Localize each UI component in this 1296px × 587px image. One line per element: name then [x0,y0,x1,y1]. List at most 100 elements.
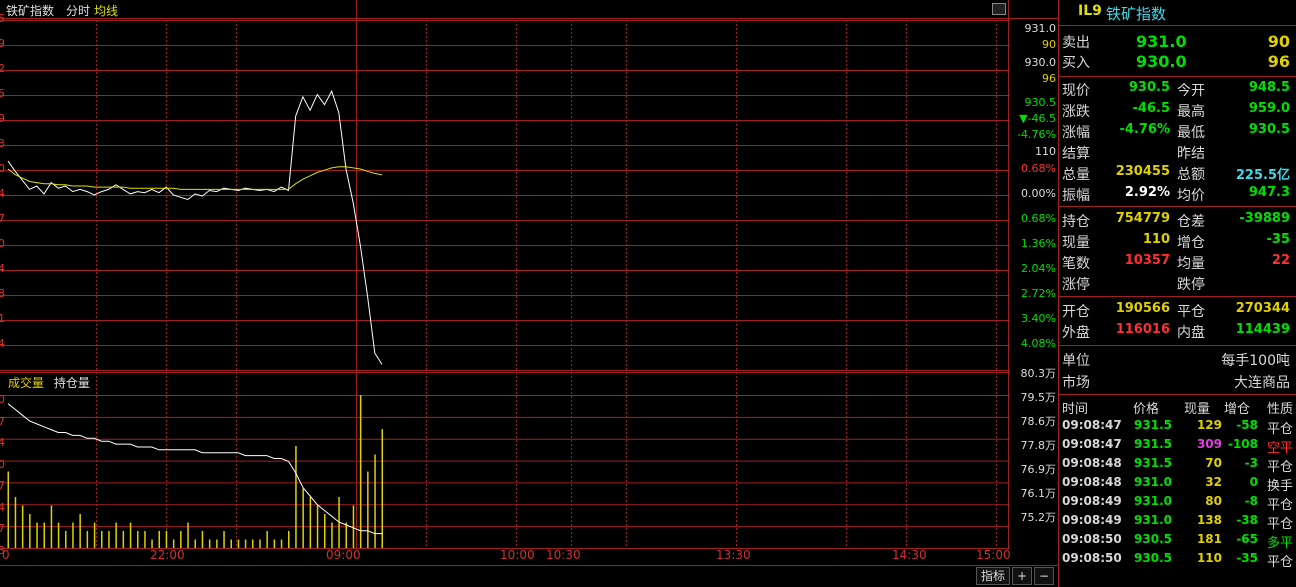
quote-label: 涨停 [1062,277,1090,293]
quote-value: 190566 [1115,301,1170,316]
pct-tick: 0.00% [1021,187,1056,200]
left-axis-tick: 4 [0,436,5,449]
left-axis-tick: 9 [0,37,5,50]
trade-row: 09:08:48 931.5 70 -3 平仓 [1062,456,1294,475]
volume-bar [359,395,362,548]
legend-volume: 成交量 [8,376,45,390]
quote-label: 现量 [1062,235,1090,251]
quote-label: 涨跌 [1062,104,1090,120]
quote-label: 最低 [1177,125,1205,141]
volume-bar [101,531,103,548]
quote-value: 116016 [1115,322,1170,337]
trade-price: 931.0 [1134,513,1172,527]
volume-bar [201,531,204,548]
ask-price-tick: 931.0 [1024,22,1057,35]
quote-label: 外盘 [1062,325,1090,341]
volume-legend: 成交量 持仓量 [8,374,90,391]
time-axis-tick: 15:00 [976,548,1011,562]
bid-price: 930.0 [1136,52,1187,71]
zoom-out-button[interactable]: − [1034,567,1054,585]
quote-label: 内盘 [1177,325,1205,341]
time-axis-tick: 0 [2,548,10,562]
trade-type: 多平 [1267,536,1294,551]
volume-tick: 77.8万 [1020,439,1057,452]
trade-type: 换手 [1267,479,1294,494]
trade-type: 平仓 [1267,555,1294,570]
left-axis-tick: 7 [0,414,5,428]
intraday-chart[interactable] [0,0,1058,565]
volume-tick: 75.2万 [1020,511,1057,524]
left-axis-tick: 4 [0,262,5,275]
left-axis-tick: 7 [0,522,5,535]
tab-fenshi[interactable]: 分时 [66,2,90,19]
volume-bar [86,531,89,548]
quote-row: 涨幅 -4.76% 最低 930.5 [1062,122,1294,142]
left-axis-tick: 0 [0,393,5,406]
tab-junxian[interactable]: 均线 [94,2,118,19]
trade-type: 平仓 [1267,460,1294,475]
left-axis-tick: 0 [0,457,5,471]
time-axis-tick: 10:30 [546,548,581,562]
quote-value: -46.5 [1132,101,1170,116]
trade-row: 09:08:49 931.0 138 -38 平仓 [1062,513,1294,532]
left-axis-tick: 3 [0,137,5,150]
ask-qty-tick: 90 [1042,38,1056,51]
bid-quantity: 96 [1267,52,1290,71]
ask-price: 931.0 [1136,32,1187,51]
time-axis-tick: 22:00 [150,548,185,562]
quote-label: 均量 [1177,256,1205,272]
trade-price: 931.5 [1134,456,1172,470]
trade-time: 09:08:47 [1062,418,1122,432]
trade-price: 931.5 [1134,437,1172,451]
volume-bar [158,531,160,548]
trade-qty: 138 [1196,513,1222,527]
time-axis-tick: 09:00 [326,548,361,562]
indicator-button[interactable]: 指标 [976,567,1010,585]
volume-bar [352,505,355,548]
unit-label: 单位 [1062,353,1090,369]
symbol-code: IL9 [1078,3,1102,19]
time-axis-tick: 13:30 [716,548,751,562]
trade-price: 930.5 [1134,551,1172,565]
volume-bar [316,505,319,548]
quote-row: 笔数 10357 均量 22 [1062,253,1294,273]
quote-row: 开仓 190566 平仓 270344 [1062,301,1294,321]
quote-value: 114439 [1235,322,1290,337]
quote-label: 振幅 [1062,188,1090,204]
trade-row: 09:08:49 931.0 80 -8 平仓 [1062,494,1294,513]
volume-bar [345,522,347,548]
quote-row: 涨跌 -46.5 最高 959.0 [1062,101,1294,121]
volume-bar [309,497,312,548]
quote-row: 持仓 754779 仓差 -39889 [1062,211,1294,231]
volume-bar [194,539,196,548]
quote-value: -4.76% [1119,122,1171,137]
change-tick: ▼-46.5 [1019,112,1056,125]
quote-label: 结算 [1062,146,1090,162]
current-vol-tick: 110 [1035,145,1056,158]
pct-tick: 2.04% [1021,262,1056,275]
quote-row: 涨停 跌停 [1062,274,1294,294]
volume-bar [65,531,67,548]
trade-qty: 129 [1196,418,1222,432]
ask-label: 卖出 [1062,35,1090,51]
quote-label: 开仓 [1062,304,1090,320]
trade-row: 09:08:47 931.5 129 -58 平仓 [1062,418,1294,437]
time-axis-tick: 14:30 [892,548,927,562]
volume-bar [137,531,139,548]
quote-panel: IL9 铁矿指数 卖出 931.0 90 买入 930.0 96 现价 930.5… [1058,0,1296,587]
quote-value: 270344 [1235,301,1290,316]
volume-bar [7,471,9,548]
trade-oi-change: -58 [1236,418,1258,432]
bid-price-tick: 930.0 [1024,56,1057,69]
quote-label: 跌停 [1177,277,1205,293]
quote-value: 930.5 [1248,122,1290,137]
left-axis-tick: 1 [0,312,5,325]
left-axis-tick: 4 [0,500,5,514]
trade-price: 931.5 [1134,418,1172,432]
quote-value: 22 [1271,253,1290,268]
trade-oi-change: -108 [1227,437,1258,451]
window-toggle-icon[interactable] [992,3,1006,15]
right-axis: 931.0 90 930.0 96 930.5 ▼-46.5 -4.76% 11… [1010,0,1058,565]
volume-bar [108,531,110,548]
zoom-in-button[interactable]: + [1012,567,1032,585]
